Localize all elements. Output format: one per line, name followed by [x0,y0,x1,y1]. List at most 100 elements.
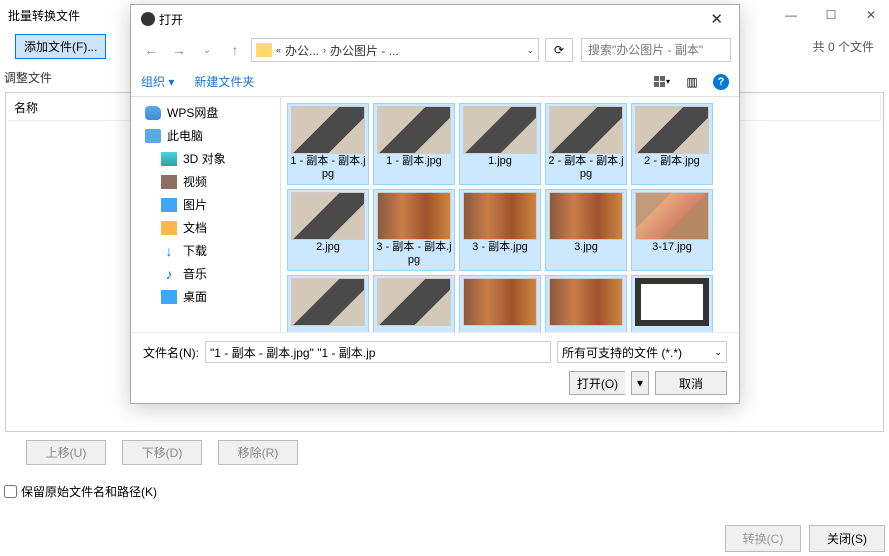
file-label: 1 - 副本.jpg [386,154,442,182]
sidebar-item-label: 桌面 [183,288,207,305]
file-item[interactable]: 3 - 副本 - 副本.jpg [373,189,455,271]
sidebar-item-doc[interactable]: 文档 [131,216,280,239]
pic-icon [161,198,177,212]
thumbnail [291,278,365,326]
search-input[interactable] [581,38,731,62]
file-item[interactable]: 3.jpg [545,189,627,271]
file-item[interactable] [373,275,455,332]
dl-icon: ↓ [161,244,177,258]
nav-back-icon[interactable]: ← [139,38,163,62]
cube-icon [161,152,177,166]
close-button[interactable]: 关闭(S) [809,525,885,552]
thumbnail [377,106,451,154]
file-item[interactable]: 1.jpg [459,103,541,185]
file-label: 1 - 副本 - 副本.jpg [290,154,366,182]
breadcrumb[interactable]: « 办公... › 办公图片 - ... ⌄ [251,38,539,62]
thumbnail [635,192,709,240]
chevron-down-icon: ⌄ [714,347,722,358]
dialog-close-icon[interactable]: ✕ [704,10,729,28]
file-item[interactable] [631,275,713,332]
filename-label: 文件名(N): [143,344,199,361]
open-dialog: 打开 ✕ ← → ⌄ ↑ « 办公... › 办公图片 - ... ⌄ ⟳ 组织… [130,4,740,404]
new-folder-button[interactable]: 新建文件夹 [194,73,254,90]
chevron-down-icon[interactable]: ⌄ [526,45,534,56]
sidebar-item-desk[interactable]: 桌面 [131,285,280,308]
sidebar-item-label: 下载 [183,242,207,259]
doc-icon [161,221,177,235]
view-mode-icon[interactable]: ▾ [653,74,671,90]
dialog-toolbar: 组织 ▾ 新建文件夹 ▾ ▥ ? [131,67,739,97]
sidebar-item-pic[interactable]: 图片 [131,193,280,216]
file-item[interactable] [459,275,541,332]
file-filter-dropdown[interactable]: 所有可支持的文件 (*.*) ⌄ [557,341,727,363]
close-icon[interactable]: ✕ [861,8,881,22]
open-button[interactable]: 打开(O) [569,371,625,395]
thumbnail [291,192,365,240]
help-icon[interactable]: ? [713,74,729,90]
maximize-icon[interactable]: ☐ [821,8,841,22]
file-item[interactable] [545,275,627,332]
preview-pane-icon[interactable]: ▥ [683,74,701,90]
sidebar-item-music[interactable]: ♪音乐 [131,262,280,285]
dialog-titlebar: 打开 ✕ [131,5,739,33]
add-file-button[interactable]: 添加文件(F)... [15,34,106,59]
cloud-icon [145,106,161,120]
file-label: 1.jpg [488,154,512,182]
keep-path-checkbox[interactable]: 保留原始文件名和路径(K) [0,475,889,508]
sidebar-item-cube[interactable]: 3D 对象 [131,147,280,170]
move-up-button[interactable]: 上移(U) [26,440,106,465]
sidebar-item-dl[interactable]: ↓ 下载 [131,239,280,262]
convert-button[interactable]: 转换(C) [725,525,801,552]
remove-button[interactable]: 移除(R) [218,440,298,465]
nav-up-icon[interactable]: ↑ [223,38,247,62]
file-item[interactable]: 2 - 副本.jpg [631,103,713,185]
file-item[interactable]: 3-17.jpg [631,189,713,271]
thumbnail [549,192,623,240]
thumbnail [635,278,709,326]
file-item[interactable]: 1 - 副本.jpg [373,103,455,185]
refresh-icon[interactable]: ⟳ [545,38,573,62]
file-label: 3 - 副本.jpg [472,240,528,268]
file-label: 3-17.jpg [652,240,692,268]
thumbnail [463,278,537,326]
file-item[interactable]: 3 - 副本.jpg [459,189,541,271]
thumbnail [377,192,451,240]
sidebar-item-label: 音乐 [183,265,207,282]
file-label: 2 - 副本 - 副本.jpg [548,154,624,182]
organize-menu[interactable]: 组织 ▾ [141,73,174,90]
file-item[interactable]: 2 - 副本 - 副本.jpg [545,103,627,185]
thumbnail [463,192,537,240]
nav-forward-icon[interactable]: → [167,38,191,62]
pc-icon [145,129,161,143]
thumbnail [549,106,623,154]
sidebar-item-label: WPS网盘 [167,104,218,121]
sidebar-item-label: 文档 [183,219,207,236]
move-down-button[interactable]: 下移(D) [122,440,202,465]
sidebar-item-label: 此电脑 [167,127,203,144]
thumbnail [377,278,451,326]
file-label: 3 - 副本 - 副本.jpg [376,240,452,268]
dialog-title: 打开 [159,11,183,28]
file-item[interactable]: 1 - 副本 - 副本.jpg [287,103,369,185]
minimize-icon[interactable]: — [781,8,801,22]
thumbnail [549,278,623,326]
sidebar-item-label: 视频 [183,173,207,190]
file-label: 2 - 副本.jpg [644,154,700,182]
keep-path-input[interactable] [4,485,17,498]
nav-recent-icon[interactable]: ⌄ [195,38,219,62]
thumbnail [463,106,537,154]
file-grid[interactable]: 1 - 副本 - 副本.jpg 1 - 副本.jpg 1.jpg 2 - 副本 - 副… [281,97,739,332]
desk-icon [161,290,177,304]
file-item[interactable]: 2.jpg [287,189,369,271]
file-item[interactable] [287,275,369,332]
thumbnail [635,106,709,154]
sidebar-item-pc[interactable]: 此电脑 [131,124,280,147]
filename-input[interactable] [205,341,551,363]
dialog-icon [141,12,155,26]
thumbnail [291,106,365,154]
cancel-button[interactable]: 取消 [655,371,727,395]
sidebar-item-cloud[interactable]: WPS网盘 [131,101,280,124]
open-dropdown-icon[interactable]: ▾ [631,371,649,395]
sidebar-item-video[interactable]: 视频 [131,170,280,193]
nav-bar: ← → ⌄ ↑ « 办公... › 办公图片 - ... ⌄ ⟳ [131,33,739,67]
